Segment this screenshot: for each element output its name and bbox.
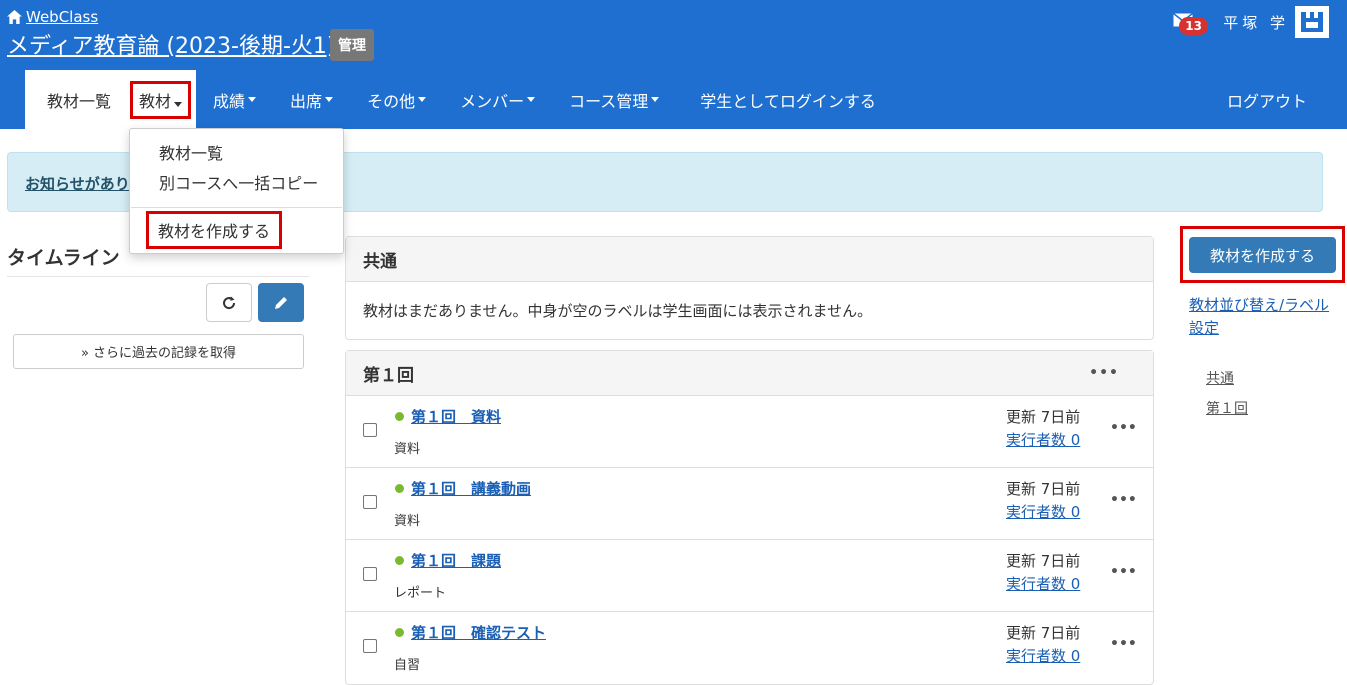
home-icon [7,10,22,24]
material-dropdown-menu: 教材一覧 別コースへ一括コピー 教材を作成する [129,128,344,254]
main-nav: 教材一覧 教材 成績 出席 その他 メンバー コース管理 学生としてログインする [25,70,893,129]
more-icon[interactable]: ••• [1110,420,1137,436]
nav-material-list[interactable]: 教材一覧 [25,70,134,129]
more-icon[interactable]: ••• [1110,636,1137,652]
nav-course-admin-label: コース管理 [569,91,649,111]
nav-material-menu[interactable]: 教材 [130,70,197,129]
status-dot-icon [395,556,404,565]
nav-material-label: 教材 [139,91,172,111]
caret-down-icon [651,97,660,102]
material-title-link[interactable]: 第１回 講義動画 [411,478,531,499]
material-row: 第１回 資料 資料 更新 7日前 実行者数 0 ••• [346,396,1153,468]
more-icon[interactable]: ••• [1089,365,1119,381]
create-material-button[interactable]: 教材を作成する [1189,237,1336,273]
dropdown-item-create-material[interactable]: 教材を作成する [145,211,283,249]
updated-text: 更新 7日前 [1006,408,1081,426]
mail-button[interactable]: 13 [1173,13,1208,35]
row-checkbox[interactable] [363,567,377,581]
runs-link[interactable]: 実行者数 0 [1006,645,1080,666]
edit-button[interactable] [258,283,304,322]
timeline-title: タイムライン [7,247,120,269]
more-icon[interactable]: ••• [1110,492,1137,508]
material-type: 資料 [394,442,421,457]
nav-login-as-student[interactable]: 学生としてログインする [676,70,893,129]
material-type: レポート [394,586,447,601]
pencil-icon [275,296,287,309]
caret-down-icon [248,97,257,102]
notice-link[interactable]: お知らせがあり [25,173,130,194]
nav-other[interactable]: その他 [350,70,443,129]
material-type: 自習 [394,658,421,673]
runs-link[interactable]: 実行者数 0 [1006,573,1080,594]
nav-attendance-label: 出席 [290,91,323,111]
avatar-icon [1301,12,1323,32]
nav-attendance[interactable]: 出席 [273,70,350,129]
status-dot-icon [395,484,404,493]
material-type: 資料 [394,514,421,529]
common-panel: 共通 教材はまだありません。中身が空のラベルは学生画面には表示されません。 [345,236,1154,340]
nav-grades[interactable]: 成績 [196,70,273,129]
dropdown-item-bulk-copy[interactable]: 別コースへ一括コピー [159,170,318,194]
sort-labels-link[interactable]: 教材並び替え/ラベル設定 [1189,294,1339,340]
material-row: 第１回 課題 レポート 更新 7日前 実行者数 0 ••• [346,540,1153,612]
caret-down-icon [527,97,536,102]
updated-text: 更新 7日前 [1006,624,1081,642]
refresh-icon [223,296,236,309]
top-header: WebClass メディア教育論 (2023-後期-火1) 管理 13 平塚 学… [0,0,1347,129]
nav-grades-label: 成績 [213,91,246,111]
nav-members-label: メンバー [460,91,525,111]
material-row: 第１回 講義動画 資料 更新 7日前 実行者数 0 ••• [346,468,1153,540]
material-row: 第１回 確認テスト 自習 更新 7日前 実行者数 0 ••• [346,612,1153,684]
runs-link[interactable]: 実行者数 0 [1006,501,1080,522]
updated-text: 更新 7日前 [1006,480,1081,498]
caret-down-icon [325,97,334,102]
refresh-button[interactable] [206,283,252,322]
caret-down-icon [418,97,427,102]
section-panel: 第１回 ••• 第１回 資料 資料 更新 7日前 実行者数 0 ••• 第１回 … [345,350,1154,685]
nav-course-admin[interactable]: コース管理 [552,70,676,129]
user-name[interactable]: 平塚 学 [1223,12,1289,33]
status-dot-icon [395,412,404,421]
load-older-button[interactable]: » さらに過去の記録を取得 [13,334,304,369]
more-icon[interactable]: ••• [1110,564,1137,580]
section-panel-header: 第１回 ••• [346,351,1153,396]
material-title-link[interactable]: 第１回 確認テスト [411,622,546,643]
row-checkbox[interactable] [363,639,377,653]
user-area: 13 平塚 学 [1173,6,1329,38]
divider [131,207,342,208]
material-title-link[interactable]: 第１回 資料 [411,406,501,427]
runs-link[interactable]: 実行者数 0 [1006,429,1080,450]
caret-down-icon [174,101,183,107]
course-title-link[interactable]: メディア教育論 (2023-後期-火1) [7,28,335,60]
common-panel-title: 共通 [346,237,1153,282]
nav-members[interactable]: メンバー [443,70,552,129]
empty-message: 教材はまだありません。中身が空のラベルは学生画面には表示されません。 [363,302,873,320]
divider [7,276,309,277]
row-checkbox[interactable] [363,495,377,509]
dropdown-item-material-list[interactable]: 教材一覧 [159,140,223,164]
logout-link[interactable]: ログアウト [1227,70,1307,129]
create-highlight: 教材を作成する [1180,226,1345,283]
nav-material-highlight: 教材 [130,80,192,119]
section-title: 第１回 [363,365,414,386]
side-link-session1[interactable]: 第１回 [1206,398,1248,418]
side-link-common[interactable]: 共通 [1206,368,1234,388]
mail-count-badge: 13 [1179,17,1208,35]
nav-other-label: その他 [367,91,416,111]
material-title-link[interactable]: 第１回 課題 [411,550,501,571]
updated-text: 更新 7日前 [1006,552,1081,570]
status-dot-icon [395,628,404,637]
row-checkbox[interactable] [363,423,377,437]
home-link[interactable]: WebClass [7,8,98,26]
brand-label: WebClass [26,8,99,26]
admin-badge: 管理 [330,29,374,61]
avatar[interactable] [1295,6,1329,38]
